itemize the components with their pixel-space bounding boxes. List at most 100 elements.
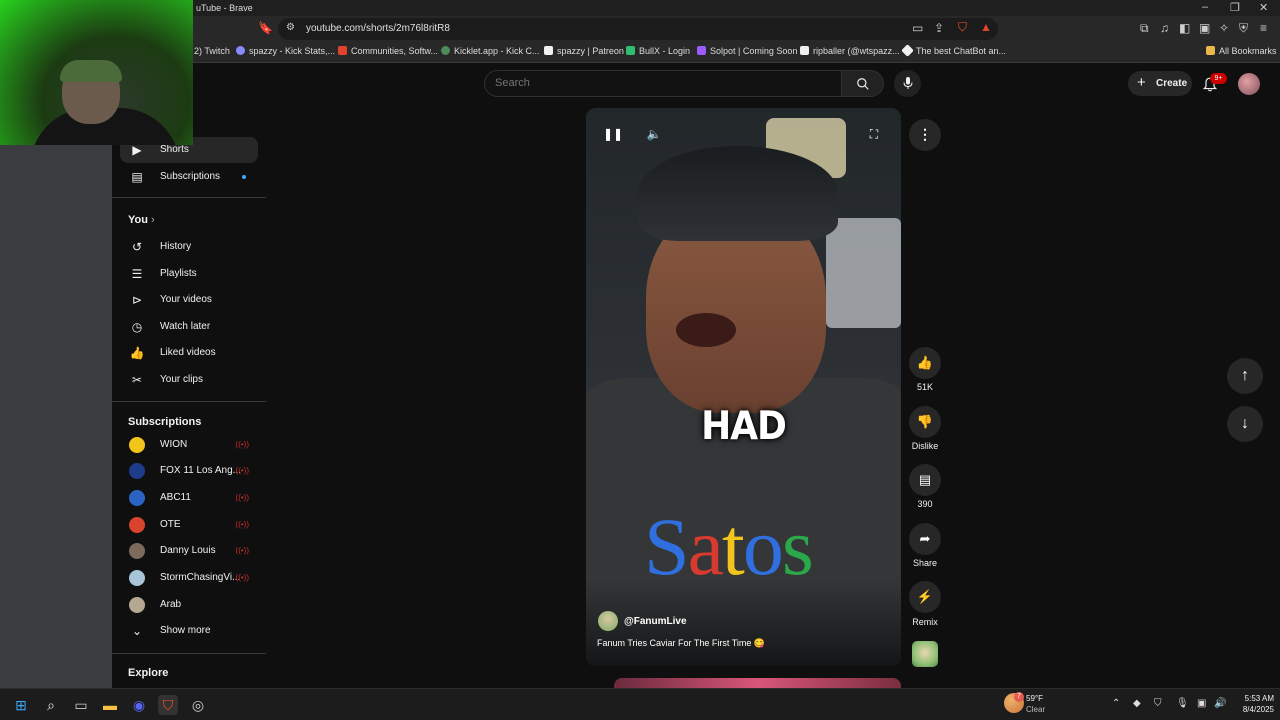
start-windows-icon[interactable]: ⊞	[11, 695, 31, 715]
restore-icon[interactable]: ❐	[1230, 1, 1240, 14]
wallet-icon[interactable]: ▣	[1199, 21, 1210, 35]
video-title[interactable]: Fanum Tries Caviar For The First Time 😋	[597, 638, 765, 649]
comments-button[interactable]: ▤	[909, 464, 941, 496]
sidebar-subscription-item[interactable]: Danny Louis ((•))	[120, 538, 258, 564]
watch-later-icon: ◷	[131, 320, 143, 334]
sidebar-subscription-item[interactable]: Arab	[120, 592, 258, 618]
you-section-title[interactable]: You ›	[128, 214, 155, 226]
show-more-button[interactable]: ⌄ Show more	[120, 618, 258, 644]
sidebar-item-your-clips[interactable]: ✂ Your clips	[120, 367, 258, 393]
subscriptions-section-title: Subscriptions	[128, 416, 202, 428]
live-icon: ((•))	[235, 573, 249, 582]
leo-ai-icon[interactable]: ✧	[1219, 21, 1229, 35]
tray-shield-icon[interactable]: ⛉	[1154, 698, 1162, 709]
sidebar-subscription-item[interactable]: OTE ((•))	[120, 512, 258, 538]
all-bookmarks-button[interactable]: All Bookmarks	[1206, 46, 1277, 56]
pause-button[interactable]: ❚❚	[598, 119, 628, 149]
remix-button[interactable]: ⚡	[909, 581, 941, 613]
sidebar-item-liked-videos[interactable]: 👍 Liked videos	[120, 340, 258, 366]
shorts-video-player[interactable]: Satos HAD ❚❚ 🔈 ⛶ @FanumLive Fanum Tries …	[586, 108, 901, 666]
next-video-preview[interactable]	[614, 678, 901, 688]
arrow-down-icon: ↓	[1241, 415, 1249, 432]
bookmark-item[interactable]: The best ChatBot an...	[901, 44, 1006, 57]
search-icon[interactable]: ⌕	[41, 695, 61, 715]
clock-date[interactable]: 8/4/2025	[1232, 705, 1274, 714]
fullscreen-button[interactable]: ⛶	[859, 119, 889, 149]
channel-name[interactable]: @FanumLive	[624, 616, 687, 627]
task-view-icon[interactable]: ▭	[71, 695, 91, 715]
chevron-up-icon[interactable]: ⌃	[1112, 698, 1120, 709]
sidebar-subscription-item[interactable]: StormChasingVi... ((•))	[120, 565, 258, 591]
extensions-icon[interactable]: ⧉	[1140, 21, 1149, 36]
playlists-icon: ☰	[131, 267, 143, 281]
channel-avatar	[129, 517, 145, 533]
previous-short-button[interactable]: ↑	[1227, 358, 1263, 394]
share-button[interactable]: ➦	[909, 523, 941, 555]
site-settings-icon[interactable]: ⚙	[286, 22, 295, 33]
vpn-icon[interactable]: ⛨	[1239, 21, 1248, 36]
media-icon[interactable]: ♫	[1160, 21, 1169, 35]
next-short-button[interactable]: ↓	[1227, 406, 1263, 442]
brave-shields-icon[interactable]: ⛉	[958, 20, 967, 35]
divider	[112, 653, 266, 654]
bookmark-item[interactable]: 2) Twitch	[194, 46, 230, 56]
bookmark-favicon-icon	[626, 46, 635, 55]
dislike-button[interactable]: 👎	[909, 406, 941, 438]
bookmark-item[interactable]: BullX - Login	[626, 46, 690, 56]
network-icon[interactable]: ▣	[1197, 698, 1206, 709]
share-page-icon[interactable]: ⇪	[934, 21, 944, 35]
chatbot-favicon-icon	[901, 44, 914, 57]
bookmark-item[interactable]: Solpot | Coming Soon	[697, 46, 797, 56]
search-icon	[857, 78, 869, 90]
address-bar[interactable]: ⚙ youtube.com/shorts/2m76l8ritR8	[278, 18, 998, 40]
cast-icon[interactable]: ▭	[912, 21, 923, 35]
voice-search-button[interactable]	[894, 70, 921, 97]
bookmark-item[interactable]: ripballer (@wtspazz...	[800, 46, 900, 56]
sidebar-subscription-item[interactable]: WION ((•))	[120, 432, 258, 458]
tray-app-icon[interactable]: ◆	[1133, 698, 1141, 709]
sidebar-item-playlists[interactable]: ☰ Playlists	[120, 261, 258, 287]
like-count: 51K	[916, 382, 933, 392]
bookmark-item[interactable]: spazzy | Patreon	[544, 46, 624, 56]
sidebar-item-history[interactable]: ↺ History	[120, 234, 258, 260]
thumbs-down-icon: 👎	[916, 414, 934, 429]
avatar[interactable]	[1238, 73, 1260, 95]
discord-icon[interactable]: ◉	[129, 695, 149, 715]
sidebar-item-your-videos[interactable]: ⊳ Your videos	[120, 287, 258, 313]
sidebar-subscription-item[interactable]: ABC11 ((•))	[120, 485, 258, 511]
steam-icon[interactable]: ◎	[188, 695, 208, 715]
clock-time[interactable]: 5:53 AM	[1232, 694, 1274, 703]
channel-avatar	[129, 463, 145, 479]
more-options-button[interactable]: ⋮	[909, 119, 941, 151]
search-button[interactable]	[842, 70, 884, 97]
menu-icon[interactable]: ≡	[1260, 21, 1267, 35]
sound-thumbnail[interactable]	[912, 641, 938, 667]
microphone-icon[interactable]: 🎙	[1176, 698, 1189, 709]
close-icon[interactable]: ✕	[1259, 1, 1268, 14]
speaker-icon[interactable]: 🔊	[1214, 698, 1226, 709]
volume-button[interactable]: 🔈	[639, 119, 669, 149]
file-explorer-icon[interactable]: ▬	[100, 695, 120, 715]
minimize-icon[interactable]: –	[1202, 1, 1208, 13]
chevron-down-icon: ⌄	[131, 624, 143, 638]
create-button[interactable]: + Create	[1128, 71, 1192, 96]
bookmark-item[interactable]: spazzy - Kick Stats,...	[236, 46, 335, 56]
dislike-label: Dislike	[911, 441, 939, 451]
bookmark-icon[interactable]: 🔖	[258, 21, 273, 35]
brave-browser-icon[interactable]: ⛉	[158, 695, 178, 715]
bookmark-item[interactable]: Communities, Softw...	[338, 46, 438, 56]
search-box[interactable]	[484, 70, 842, 97]
history-icon: ↺	[131, 240, 143, 254]
webcam-overlay	[0, 0, 193, 145]
bookmark-item[interactable]: Kicklet.app - Kick C...	[441, 46, 540, 56]
channel-avatar[interactable]	[598, 611, 618, 631]
sidebar-subscription-item[interactable]: FOX 11 Los Ang... ((•))	[120, 458, 258, 484]
video-caption: HAD	[701, 403, 787, 450]
like-button[interactable]: 👍	[909, 347, 941, 379]
brave-rewards-icon[interactable]: ▲	[980, 20, 992, 34]
sidebar-item-watch-later[interactable]: ◷ Watch later	[120, 314, 258, 340]
search-input[interactable]	[495, 77, 825, 89]
notification-badge: 9+	[1210, 73, 1227, 84]
sidebar-toggle-icon[interactable]: ◧	[1179, 21, 1190, 35]
sidebar-item-subscriptions[interactable]: ▤ Subscriptions	[120, 164, 258, 190]
